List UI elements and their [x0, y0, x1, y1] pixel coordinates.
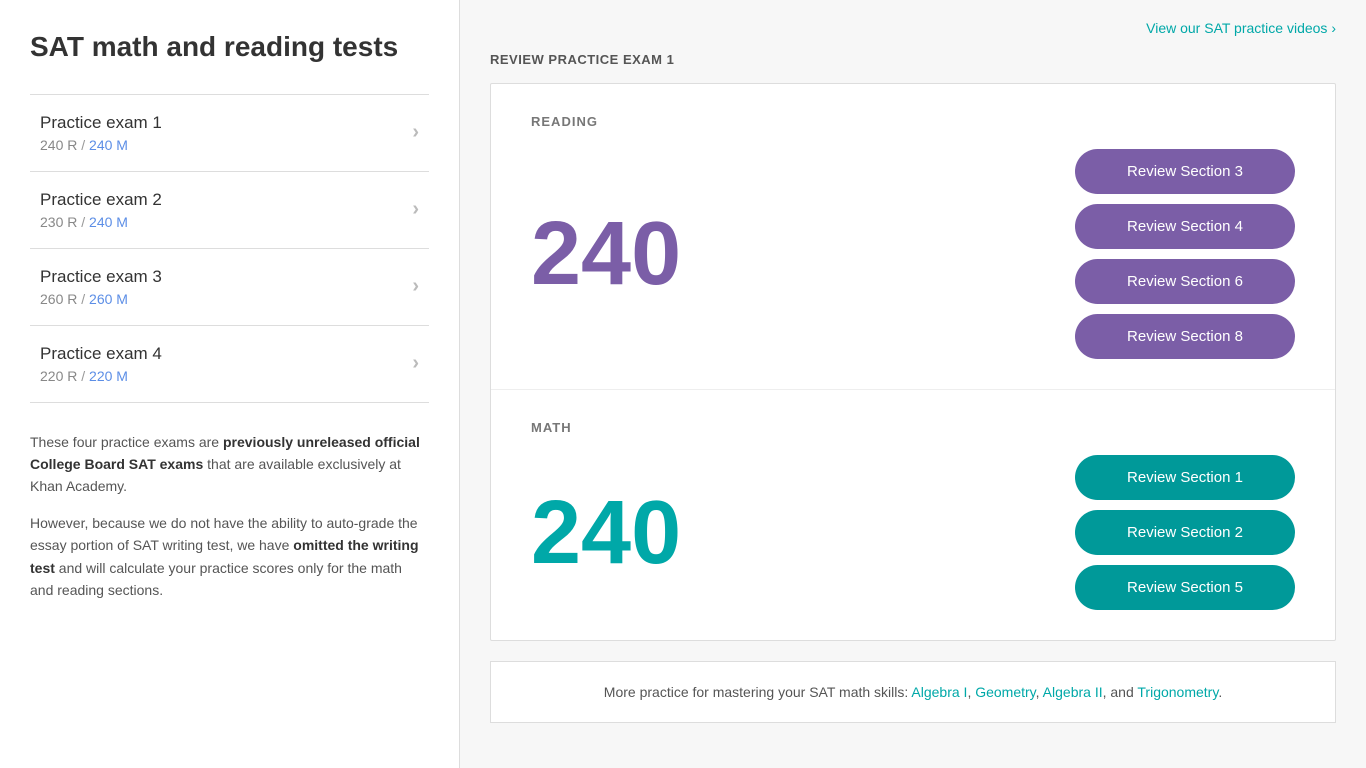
footer-card: More practice for mastering your SAT mat…	[490, 661, 1336, 723]
chevron-icon-1: ›	[412, 121, 419, 144]
math-section: MATH 240 Review Section 1Review Section …	[491, 390, 1335, 640]
main-content: View our SAT practice videos › REVIEW PR…	[460, 0, 1366, 768]
exam-item-info-2: Practice exam 2 230 R / 240 M	[40, 190, 162, 230]
chevron-icon-3: ›	[412, 275, 419, 298]
exam-item-3[interactable]: Practice exam 3 260 R / 260 M ›	[30, 248, 429, 325]
footer-link-trig[interactable]: Trigonometry	[1137, 684, 1218, 700]
exam-item-info-4: Practice exam 4 220 R / 220 M	[40, 344, 162, 384]
reading-label: READING	[531, 114, 1295, 129]
math-review-btn-3[interactable]: Review Section 5	[1075, 565, 1295, 610]
exam-item-4[interactable]: Practice exam 4 220 R / 220 M ›	[30, 325, 429, 403]
reading-review-btn-2[interactable]: Review Section 4	[1075, 204, 1295, 249]
exam-card: READING 240 Review Section 3Review Secti…	[490, 83, 1336, 641]
exam-item-scores-3: 260 R / 260 M	[40, 291, 162, 307]
footer-link-algebra1[interactable]: Algebra I	[911, 684, 967, 700]
sidebar: SAT math and reading tests Practice exam…	[0, 0, 460, 768]
footer-link-algebra2[interactable]: Algebra II	[1043, 684, 1103, 700]
reading-review-btn-1[interactable]: Review Section 3	[1075, 149, 1295, 194]
exam-item-info-3: Practice exam 3 260 R / 260 M	[40, 267, 162, 307]
exam-item-1[interactable]: Practice exam 1 240 R / 240 M ›	[30, 94, 429, 171]
description-para-2: However, because we do not have the abil…	[30, 512, 429, 602]
reading-score: 240	[531, 209, 681, 299]
reading-review-btn-3[interactable]: Review Section 6	[1075, 259, 1295, 304]
footer-link-geometry[interactable]: Geometry	[975, 684, 1035, 700]
exam-item-name-3: Practice exam 3	[40, 267, 162, 287]
math-buttons: Review Section 1 Review Section 2 Review S…	[1075, 455, 1295, 610]
chevron-icon-4: ›	[412, 352, 419, 375]
exam-list: Practice exam 1 240 R / 240 M › Practice…	[30, 94, 429, 403]
sidebar-description: These four practice exams are previously…	[30, 431, 429, 602]
exam-item-name-2: Practice exam 2	[40, 190, 162, 210]
exam-item-scores-1: 240 R / 240 M	[40, 137, 162, 153]
reading-buttons: Review Section 3 Review Section 4 Review S…	[1075, 149, 1295, 359]
reading-body: 240 Review Section 3Review Section 4Revi…	[531, 149, 1295, 359]
reading-section: READING 240 Review Section 3Review Secti…	[491, 84, 1335, 390]
exam-item-name-4: Practice exam 4	[40, 344, 162, 364]
math-review-btn-2[interactable]: Review Section 2	[1075, 510, 1295, 555]
review-practice-label: REVIEW PRACTICE EXAM 1	[490, 52, 1336, 67]
chevron-icon-2: ›	[412, 198, 419, 221]
math-score: 240	[531, 488, 681, 578]
exam-item-info-1: Practice exam 1 240 R / 240 M	[40, 113, 162, 153]
exam-item-scores-2: 230 R / 240 M	[40, 214, 162, 230]
footer-text-prefix: More practice for mastering your SAT mat…	[604, 684, 912, 700]
exam-item-2[interactable]: Practice exam 2 230 R / 240 M ›	[30, 171, 429, 248]
reading-review-btn-4[interactable]: Review Section 8	[1075, 314, 1295, 359]
description-para-1: These four practice exams are previously…	[30, 431, 429, 498]
math-body: 240 Review Section 1Review Section 2Revi…	[531, 455, 1295, 610]
math-label: MATH	[531, 420, 1295, 435]
top-bar: View our SAT practice videos ›	[490, 20, 1336, 36]
sidebar-title: SAT math and reading tests	[30, 30, 429, 64]
exam-item-name-1: Practice exam 1	[40, 113, 162, 133]
exam-item-scores-4: 220 R / 220 M	[40, 368, 162, 384]
math-review-btn-1[interactable]: Review Section 1	[1075, 455, 1295, 500]
sat-videos-link[interactable]: View our SAT practice videos ›	[1146, 20, 1336, 36]
